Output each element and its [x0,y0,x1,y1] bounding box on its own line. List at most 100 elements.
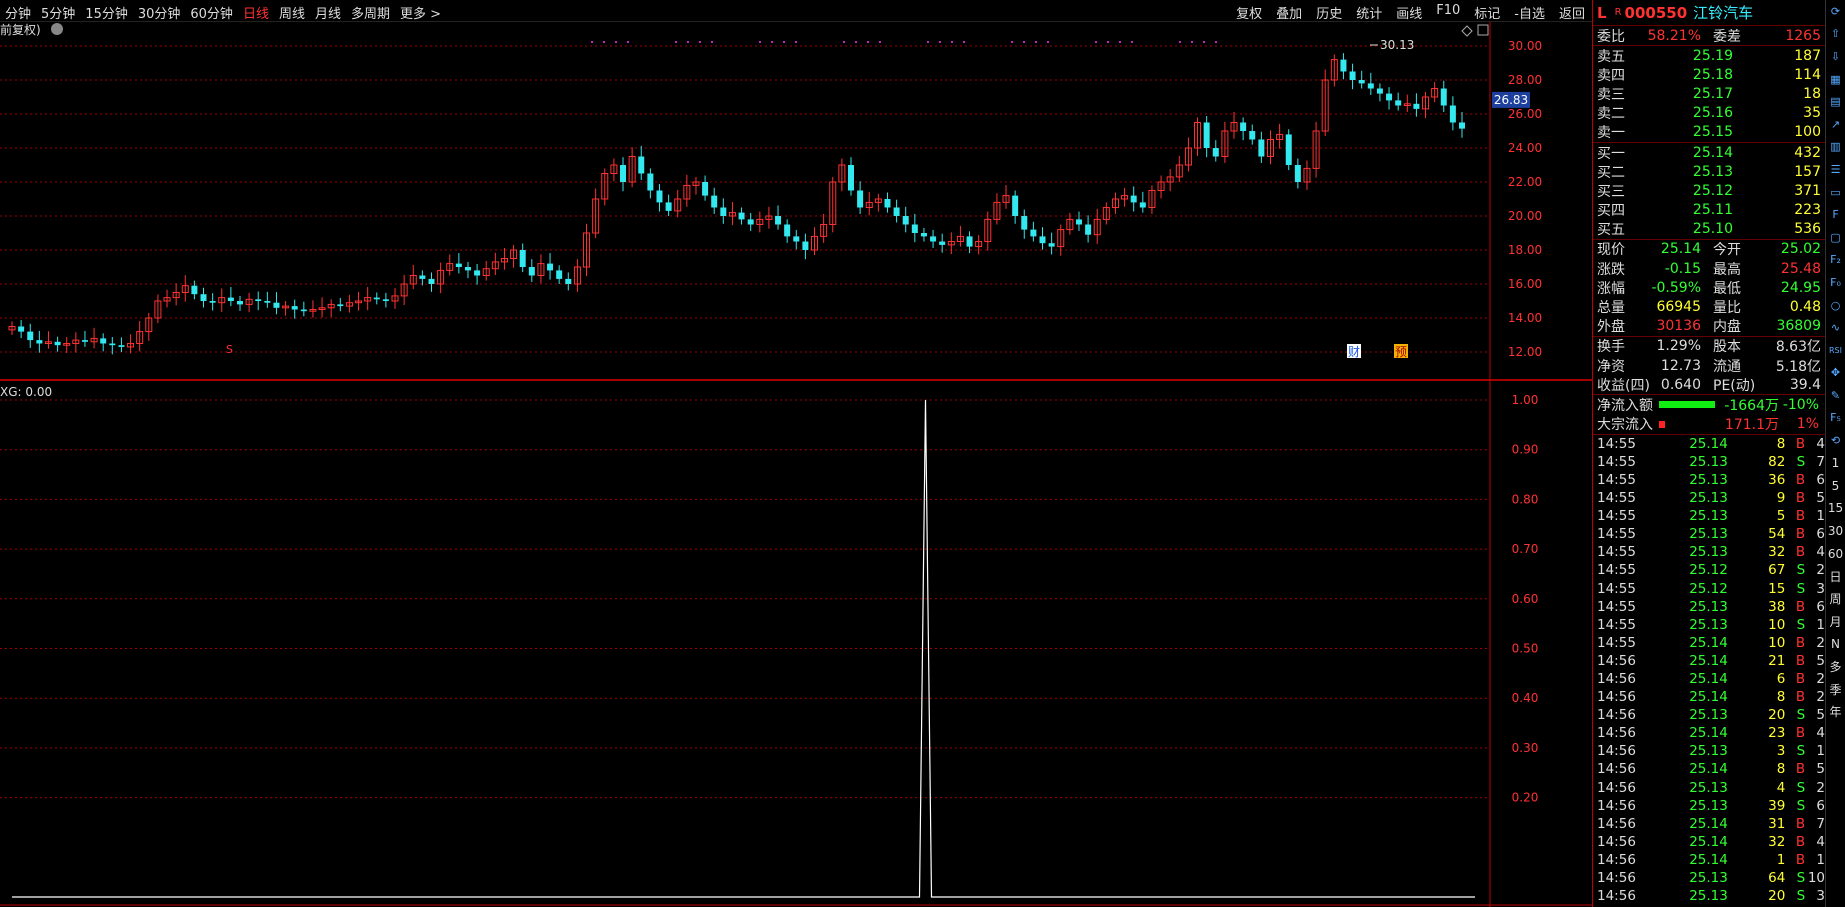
tick-volume: 32 [1768,833,1786,850]
tick-volume: 4 [1776,779,1786,796]
tick-count: 4 [1816,435,1825,452]
fo-icon[interactable]: F₀ [1826,271,1845,294]
doc-icon[interactable]: ▢ [1826,226,1845,249]
period-tab-4[interactable]: 60分钟 [185,3,238,22]
f2-icon[interactable]: F₂ [1826,249,1845,272]
iconbar-period-8[interactable]: N [1826,633,1845,656]
quote-row: 外盘 30136 内盘 36809 [1593,317,1825,336]
tick-row: 14:55 25.13 9 B 5 [1593,489,1825,507]
tool-4[interactable]: 画线 [1389,3,1429,22]
tick-price: 25.13 [1689,526,1728,543]
y-tick-label: 14.00 [1508,311,1542,325]
tick-list[interactable]: 14:55 25.14 8 B 4 14:55 25.13 82 S 7 14:55 25.13 36 B… [1593,435,1825,905]
tick-row: 14:55 25.13 54 B 6 [1593,525,1825,543]
candle-body [747,219,754,225]
candle-body [519,250,526,267]
tool-7[interactable]: -自选 [1507,3,1552,22]
bar-chart-icon[interactable]: ▥ [1826,136,1845,159]
page-icon[interactable]: ▭ [1826,181,1845,204]
period-tab-1[interactable]: 5分钟 [36,3,80,22]
period-tab-6[interactable]: 周线 [274,3,310,22]
tool-5[interactable]: F10 [1429,3,1467,22]
quote-label: 量比 [1713,300,1741,317]
iconbar-period-4[interactable]: 60 [1826,542,1845,565]
period-tab-2[interactable]: 15分钟 [80,3,133,22]
period-tab-9[interactable]: 更多 > [395,3,446,22]
quote-label: 内盘 [1713,319,1741,336]
up-arrow-icon[interactable]: ⇧ [1826,23,1845,46]
period-tab-0[interactable]: 分钟 [0,3,36,22]
iconbar-period-0[interactable]: 1 [1826,452,1845,475]
tick-count: 2 [1816,634,1825,651]
window-icon [1477,24,1489,36]
candle-body [373,297,380,300]
tick-time: 14:55 [1597,471,1636,488]
iconbar-period-9[interactable]: 多 [1826,655,1845,678]
iconbar-period-3[interactable]: 30 [1826,520,1845,543]
y-tick-label: 28.00 [1508,73,1542,87]
iconbar-period-1[interactable]: 5 [1826,474,1845,497]
signal-dot [687,41,689,43]
period-tab-7[interactable]: 月线 [310,3,346,22]
iconbar-period-10[interactable]: 季 [1826,678,1845,701]
candle-body [884,199,891,208]
candle-body [100,338,107,344]
tick-price: 25.14 [1689,634,1728,651]
iconbar-period-11[interactable]: 年 [1826,700,1845,723]
period-tab-5[interactable]: 日线 [238,3,274,22]
tick-price: 25.13 [1689,616,1728,633]
chart-area[interactable]: 30.00 28.00 26.00 24.00 22.00 20.00 18.00 16.00… [0,22,1592,907]
fund-value: 8.63亿 [1775,339,1821,356]
f-icon[interactable]: F [1826,203,1845,226]
iconbar-period-5[interactable]: 日 [1826,565,1845,588]
table-icon[interactable]: ▤ [1826,90,1845,113]
iconbar-period-7[interactable]: 月 [1826,610,1845,633]
candle-body [893,207,900,216]
iconbar-period-6[interactable]: 周 [1826,587,1845,610]
refresh-icon[interactable]: ⟳ [1826,0,1845,23]
tick-volume: 39 [1768,797,1786,814]
circle-icon[interactable]: ○ [1826,294,1845,317]
wave-icon[interactable]: ∿ [1826,316,1845,339]
tick-price: 25.13 [1689,544,1728,561]
title-l[interactable]: L [1597,4,1607,22]
candle-body [54,341,61,346]
signal-dot [627,41,629,43]
move-icon[interactable]: ✥ [1826,362,1845,385]
pen-icon[interactable]: ✎ [1826,384,1845,407]
tool-0[interactable]: 复权 [1229,3,1269,22]
tool-8[interactable]: 返回 [1552,3,1592,22]
bid-price: 25.14 [1692,144,1733,161]
iconbar-period-2[interactable]: 15 [1826,497,1845,520]
signal-dot [603,41,605,43]
bid-label: 买三 [1597,183,1625,200]
y-tick-label: 26.00 [1508,107,1542,121]
tick-row: 14:56 25.14 1 B 1 [1593,851,1825,869]
list-icon[interactable]: ☰ [1826,158,1845,181]
line-chart-icon[interactable]: ↗ [1826,113,1845,136]
period-tab-3[interactable]: 30分钟 [133,3,186,22]
title-r[interactable]: R [1615,7,1622,18]
tick-count: 2 [1816,671,1825,688]
candle-body [1395,100,1402,106]
tool-2[interactable]: 历史 [1309,3,1349,22]
f5-icon[interactable]: F₅ [1826,407,1845,430]
tick-count: 5 [1816,761,1825,778]
kline-chart-svg[interactable]: 30.00 28.00 26.00 24.00 22.00 20.00 18.00 16.00… [0,22,1592,907]
tool-6[interactable]: 标记 [1467,3,1507,22]
tick-count: 1 [1816,743,1825,760]
grid-icon[interactable]: ▦ [1826,68,1845,91]
candle-body [775,216,782,225]
candle-body [1203,122,1210,148]
period-tab-8[interactable]: 多周期 [346,3,395,22]
y-tick-label: 24.00 [1508,141,1542,155]
flow-label: 净流入额 [1597,397,1653,414]
tool-3[interactable]: 统计 [1349,3,1389,22]
adjust-label[interactable]: 前复权) [0,22,41,37]
rsi-icon[interactable]: RSI [1826,339,1845,362]
candle-body [291,306,298,310]
tool-1[interactable]: 叠加 [1269,3,1309,22]
down-arrow-icon[interactable]: ⇩ [1826,45,1845,68]
flow-pct: 1% [1796,416,1819,433]
refresh2-icon[interactable]: ⟲ [1826,429,1845,452]
